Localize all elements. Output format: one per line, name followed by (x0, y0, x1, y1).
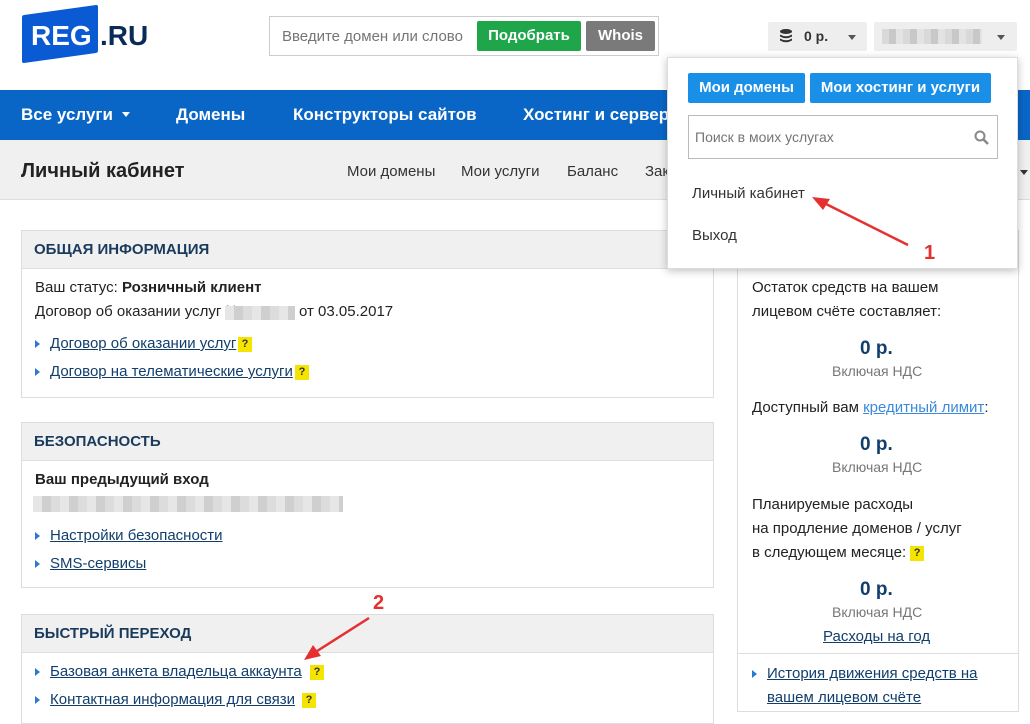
annotation-1: 1 (924, 242, 936, 264)
annotation-arrows (304, 197, 909, 660)
annotation-2: 2 (373, 592, 385, 614)
